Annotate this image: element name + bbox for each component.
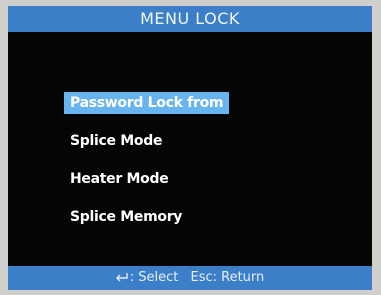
footer-select-hint: : Select [115,270,183,285]
return-label: Esc: Return [190,270,265,285]
enter-key-icon [115,273,128,282]
menu-item-splice-memory[interactable]: Splice Memory [64,206,314,228]
menu-item-heater-mode[interactable]: Heater Mode [64,168,314,190]
footer-hint-bar: : Select Esc: Return [8,266,372,290]
device-bezel: MENU LOCK Password Lock from Splice Mode… [0,0,381,295]
lcd-screen: MENU LOCK Password Lock from Splice Mode… [8,6,372,290]
screen-title: MENU LOCK [8,6,372,32]
menu-item-splice-mode[interactable]: Splice Mode [64,130,314,152]
menu-item-password-lock[interactable]: Password Lock from [64,92,230,114]
select-label: : Select [129,270,179,285]
menu-list: Password Lock from Splice Mode Heater Mo… [64,92,314,244]
